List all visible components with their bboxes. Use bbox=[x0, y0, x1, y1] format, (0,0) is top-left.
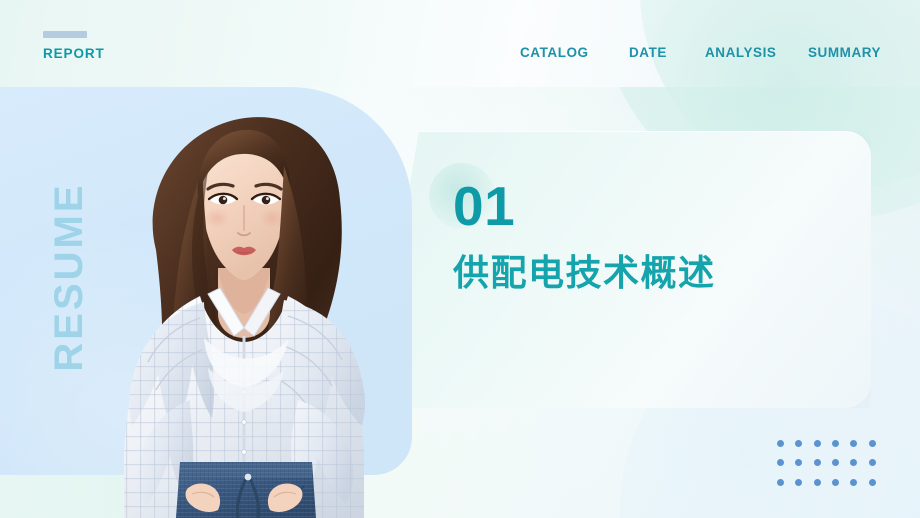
grid-dot bbox=[813, 478, 821, 486]
nav-item-catalog[interactable]: CATALOG bbox=[520, 43, 589, 63]
left-accent-panel: RESUME bbox=[0, 87, 412, 475]
slide-header: REPORT CATALOG DATE ANALYSIS SUMMARY bbox=[0, 0, 920, 190]
grid-dot bbox=[868, 478, 876, 486]
grid-dot bbox=[777, 459, 784, 467]
nav-item-summary[interactable]: SUMMARY bbox=[808, 43, 890, 63]
brand-title: REPORT bbox=[43, 46, 105, 61]
grid-dot bbox=[813, 440, 821, 447]
section-content-card: 01 供配电技术概述 bbox=[371, 131, 871, 408]
grid-dot bbox=[795, 478, 803, 486]
grid-dot bbox=[777, 478, 784, 486]
nav-item-date[interactable]: DATE bbox=[629, 43, 667, 63]
nav-item-analysis[interactable]: ANALYSIS bbox=[705, 43, 776, 63]
vertical-resume-label: RESUME bbox=[47, 182, 91, 372]
grid-dot bbox=[850, 459, 858, 467]
grid-dot bbox=[868, 440, 876, 447]
section-number: 01 bbox=[453, 175, 516, 237]
left-panel-glow bbox=[0, 227, 300, 475]
grid-dot bbox=[813, 459, 821, 467]
grid-dot bbox=[832, 440, 839, 447]
decorative-dot-grid bbox=[777, 440, 887, 498]
slide-canvas: REPORT CATALOG DATE ANALYSIS SUMMARY 01 … bbox=[0, 0, 920, 518]
grid-dot bbox=[832, 478, 839, 486]
grid-dot bbox=[850, 478, 858, 486]
grid-dot bbox=[850, 440, 858, 447]
section-title: 供配电技术概述 bbox=[453, 252, 716, 293]
grid-dot bbox=[795, 459, 803, 467]
grid-dot bbox=[777, 440, 784, 447]
header-nav: CATALOG DATE ANALYSIS SUMMARY bbox=[505, 43, 905, 87]
grid-dot bbox=[832, 459, 839, 467]
brand-accent-bar bbox=[43, 31, 87, 38]
grid-dot bbox=[795, 440, 803, 447]
brand-block: REPORT bbox=[43, 31, 105, 61]
grid-dot bbox=[868, 459, 876, 467]
